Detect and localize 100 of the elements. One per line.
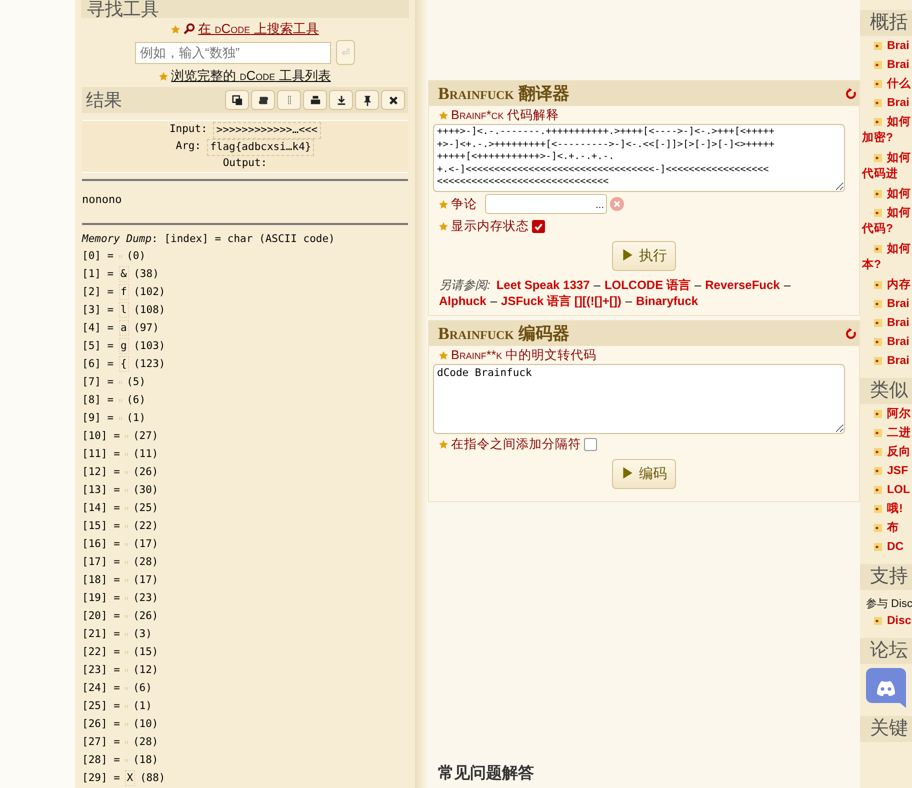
- close-button[interactable]: [381, 90, 405, 110]
- io-label: Input:: [169, 122, 208, 137]
- dots-button[interactable]: [277, 90, 301, 110]
- bullet-icon: [874, 208, 882, 216]
- memory-index: [20] =: [82, 610, 120, 622]
- sidebar-link[interactable]: 本?: [862, 257, 912, 274]
- memory-index: [25] =: [82, 700, 120, 712]
- reset-icon[interactable]: [845, 88, 857, 100]
- copy-button[interactable]: [225, 90, 249, 110]
- sidebar-link[interactable]: Brai: [887, 40, 910, 52]
- memory-index: [26] =: [82, 718, 120, 730]
- related-link[interactable]: Alphuck: [439, 294, 486, 308]
- bullet-icon: [874, 190, 882, 198]
- memory-code: (15): [132, 646, 158, 658]
- separator: –: [594, 278, 600, 292]
- sidebar-link[interactable]: 代码进: [862, 166, 912, 183]
- memory-code: (6): [132, 682, 152, 694]
- star-icon: [171, 24, 180, 34]
- related-link[interactable]: Binaryfuck: [636, 294, 698, 308]
- related-link[interactable]: JSFuck 语言 [][(![]+[]): [501, 294, 622, 308]
- checkbox[interactable]: [532, 220, 545, 233]
- memory-index: [21] =: [82, 628, 120, 640]
- memory-legend: Memory Dump: [index] = char (ASCII code): [82, 231, 408, 247]
- memory-index: [18] =: [82, 574, 120, 586]
- bullet-icon: [874, 428, 882, 436]
- run-button[interactable]: ▶ 执行: [612, 241, 676, 271]
- star-icon: [439, 440, 448, 449]
- sidebar-link[interactable]: Brai: [887, 336, 910, 348]
- copy-icon: [232, 94, 242, 106]
- sidebar-link[interactable]: Brai: [887, 316, 910, 328]
- search-tools-link[interactable]: 在 dCode 上搜索工具: [198, 20, 319, 38]
- memory-index: [5] =: [82, 340, 114, 352]
- memory-code: (23): [132, 592, 158, 604]
- sidebar-link[interactable]: 哦!: [887, 501, 903, 516]
- sidebar-link[interactable]: 如何: [887, 186, 911, 201]
- sidebar-link[interactable]: 布: [887, 520, 899, 535]
- star-icon: [439, 200, 448, 208]
- sidebar-link[interactable]: 反向: [887, 444, 911, 459]
- sidebar-link[interactable]: JSF: [887, 464, 908, 476]
- memory-char: a: [118, 320, 129, 336]
- memory-code: (3): [132, 628, 152, 640]
- bullet-icon: [874, 244, 882, 252]
- sidebar-link[interactable]: Disc: [887, 614, 912, 626]
- print-button[interactable]: [303, 90, 327, 110]
- sidebar-link[interactable]: 如何: [887, 150, 911, 165]
- section-heading: 论坛: [860, 638, 912, 664]
- argument-label: 争论: [451, 196, 477, 212]
- download-button[interactable]: [329, 90, 353, 110]
- sidebar-link[interactable]: 代码?: [862, 221, 912, 238]
- memory-code: (108): [134, 304, 166, 316]
- related-link[interactable]: Leet Speak 1337: [496, 278, 590, 292]
- sidebar-link[interactable]: Brai: [887, 58, 910, 70]
- sidebar-link[interactable]: 阿尔: [887, 406, 911, 421]
- sidebar-link[interactable]: Brai: [887, 96, 910, 108]
- scroll-button[interactable]: [251, 90, 275, 110]
- memory-index: [15] =: [82, 520, 120, 532]
- sidebar-link[interactable]: Brai: [887, 298, 910, 310]
- faq-heading: 常见问题解答: [437, 764, 535, 784]
- sidebar-link[interactable]: LOL: [887, 484, 910, 496]
- sidebar-link[interactable]: 内存: [887, 277, 911, 292]
- code-field[interactable]: ++++>-]<.-.-------.+++++++++++.>++++[<---->-]<-.>+++[<+++++ +>-]<+.-.>+++++++++[<--------->-]<-.<<[-]]>[>[-]>[-]<>+++++ +++++[<+++++++++++>-]<.+.-.+.-. +.<-]<<<<<<<<<<<<<<<<<<<<<<<<<<<<<<<<<-]<<<<<<<<<<<<<<<<<< <<<<<<<<<<<<<<<<<<<<<<<<<<<<<<: [433, 124, 845, 192]
- memory-code: (38): [134, 268, 159, 280]
- search-field[interactable]: 例如，输入“数独”: [135, 42, 331, 64]
- star-icon: [439, 222, 448, 231]
- sidebar-link[interactable]: 如何: [887, 205, 911, 220]
- checkbox[interactable]: [584, 438, 597, 451]
- chat-icon[interactable]: [866, 668, 906, 708]
- memory-index: [9] =: [82, 412, 114, 424]
- memory-index: [12] =: [82, 466, 120, 478]
- related-link[interactable]: ReverseFuck: [705, 278, 780, 292]
- memory-index: [17] =: [82, 556, 120, 568]
- field-label: Brainf*ck 代码解释: [451, 107, 560, 124]
- argument-field[interactable]: ...: [485, 194, 607, 214]
- download-icon: [336, 94, 346, 106]
- memory-code: (1): [126, 412, 146, 424]
- memory-index: [14] =: [82, 502, 120, 514]
- memory-code: (30): [132, 484, 158, 496]
- encode-button[interactable]: ▶ 编码: [612, 459, 676, 489]
- sidebar-link[interactable]: 加密?: [862, 130, 912, 147]
- star-icon: [439, 351, 448, 360]
- pin-button[interactable]: [355, 90, 379, 110]
- related-link[interactable]: LOLCODE 语言: [604, 278, 690, 292]
- bullet-icon: [874, 504, 882, 512]
- separator: –: [694, 278, 702, 292]
- bullet-icon: [874, 98, 882, 106]
- sidebar-link[interactable]: Brai: [887, 354, 910, 366]
- tool-list-link[interactable]: 浏览完整的 dCode 工具列表: [171, 67, 331, 85]
- reset-icon[interactable]: [845, 328, 857, 340]
- see-also-label: 另请参阅:: [439, 278, 490, 292]
- sidebar-link[interactable]: 如何: [887, 114, 911, 129]
- star-icon: [159, 72, 168, 80]
- sidebar-link[interactable]: 二进: [887, 425, 911, 440]
- sidebar-link[interactable]: 如何: [887, 241, 911, 256]
- sidebar-link[interactable]: 什么: [887, 76, 911, 91]
- scroll-icon: [258, 94, 268, 106]
- sidebar-link[interactable]: DC: [887, 540, 904, 552]
- io-value: >>>>>>>>>>>>…<<<: [213, 122, 321, 139]
- memory-index: [13] =: [82, 484, 120, 496]
- bullet-icon: [874, 486, 882, 494]
- plaintext-field[interactable]: dCode Brainfuck: [433, 364, 845, 434]
